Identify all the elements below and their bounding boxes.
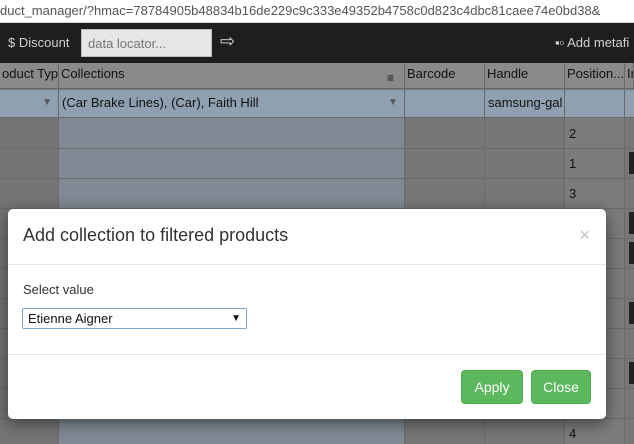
close-icon[interactable]: × [579,225,590,246]
select-value-label: Select value [23,282,94,297]
apply-button[interactable]: Apply [461,370,523,404]
chevron-down-icon: ▼ [231,313,241,324]
collection-select[interactable]: Etienne Aigner ▼ [22,308,247,329]
add-collection-dialog: Add collection to filtered products × Se… [8,209,606,419]
dialog-header-divider [8,264,606,265]
dialog-footer-divider [8,354,606,355]
selected-collection: Etienne Aigner [28,311,113,326]
dialog-title: Add collection to filtered products [23,225,289,245]
close-button[interactable]: Close [531,370,591,404]
